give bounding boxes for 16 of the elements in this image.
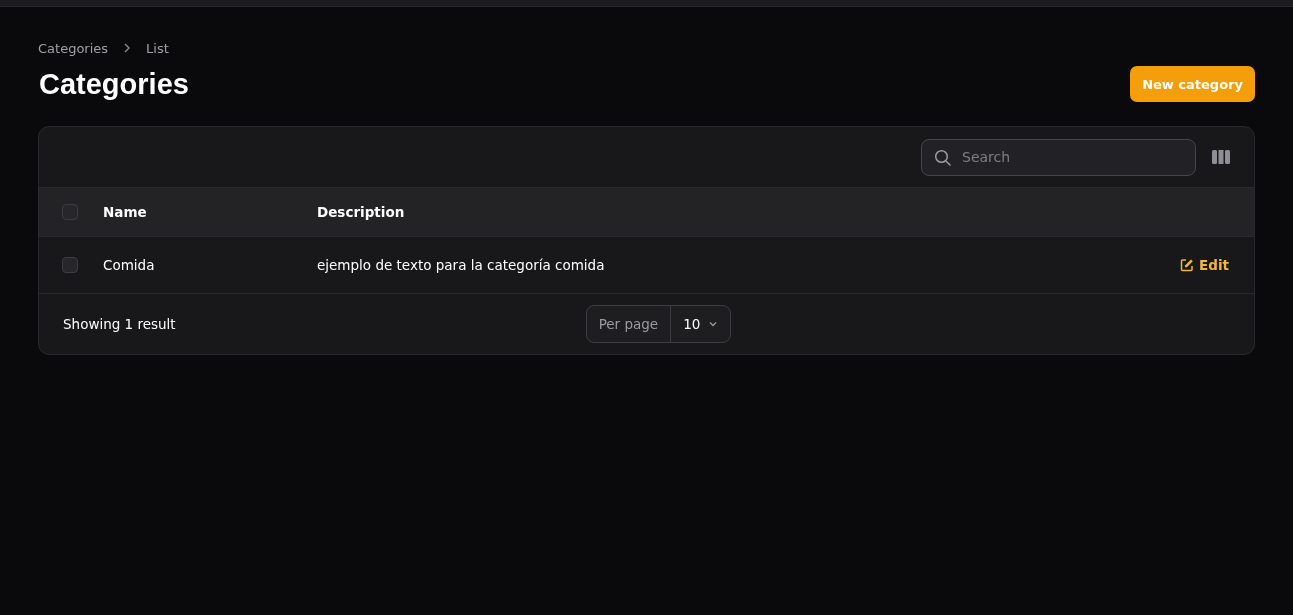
breadcrumb-link[interactable]: Categories — [38, 40, 109, 56]
column-header[interactable]: Name — [103, 204, 317, 220]
chevron-down-icon — [708, 319, 719, 329]
table-cell-text: Comida — [103, 257, 156, 273]
column-header[interactable]: Description — [317, 204, 1254, 220]
search-field[interactable]: Search — [921, 138, 1196, 176]
row-checkbox[interactable] — [62, 257, 78, 273]
page-title: Categories — [38, 67, 189, 101]
results-summary: Showing 1 result — [63, 316, 177, 332]
columns-icon[interactable] — [1212, 150, 1230, 164]
select-all-checkbox[interactable] — [62, 204, 78, 220]
edit-icon — [1180, 258, 1195, 272]
table-cell-text: ejemplo de texto para la categoría comida — [317, 257, 606, 273]
breadcrumb-link[interactable]: List — [146, 40, 169, 56]
edit-link[interactable]: Edit — [1180, 257, 1229, 273]
per-page-select[interactable]: Per page 10 — [585, 305, 732, 343]
